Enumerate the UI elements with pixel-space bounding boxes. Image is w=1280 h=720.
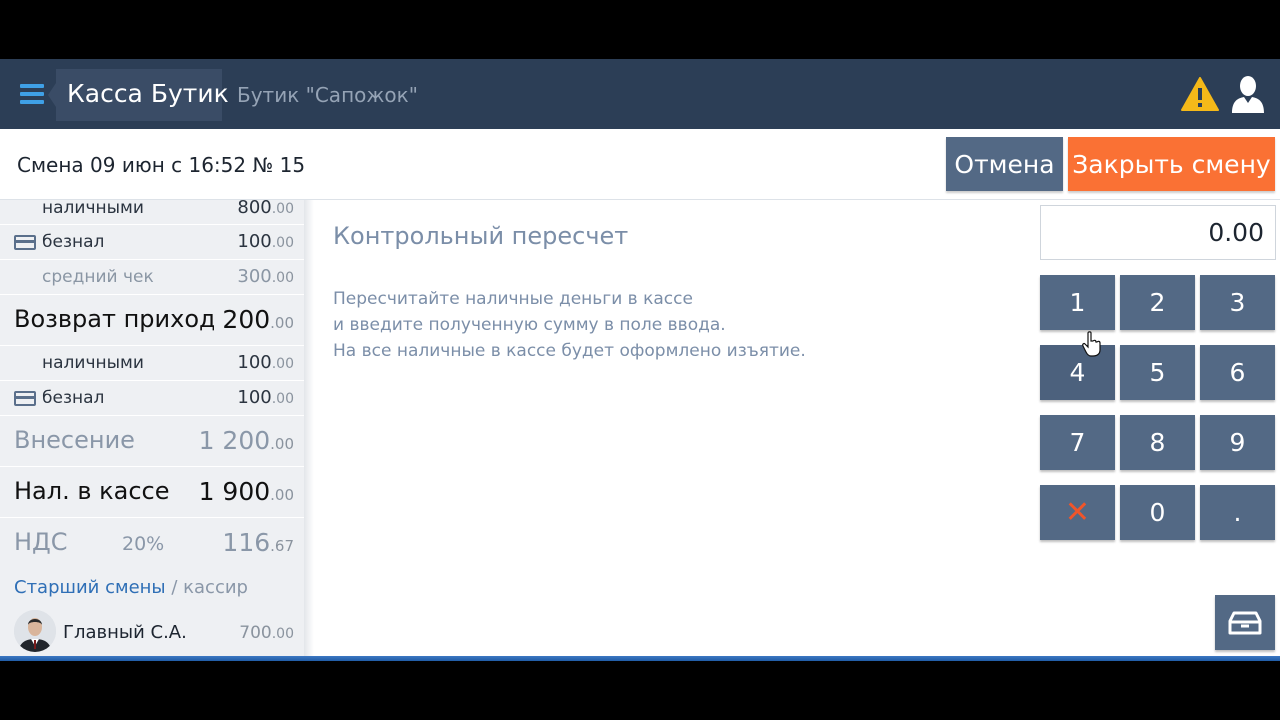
- key-5[interactable]: 5: [1120, 345, 1195, 400]
- warning-icon[interactable]: [1181, 77, 1219, 111]
- summary-row-label: безнал: [42, 388, 105, 408]
- role-selector: Старший смены / кассир: [14, 577, 248, 598]
- summary-row-label: безнал: [42, 232, 105, 252]
- key-clear[interactable]: ✕: [1040, 485, 1115, 540]
- app-brand[interactable]: Касса Бутик: [48, 69, 229, 121]
- panel-divider: [304, 200, 314, 661]
- vat-amount: 116.67: [222, 528, 294, 557]
- app-screen: Касса Бутик Бутик "Сапожок" Смена 09 июн…: [0, 59, 1280, 661]
- cash-drawer-button[interactable]: [1215, 595, 1275, 650]
- store-name: Бутик "Сапожок": [237, 83, 418, 107]
- key-6[interactable]: 6: [1200, 345, 1275, 400]
- key-decimal[interactable]: .: [1200, 485, 1275, 540]
- vat-label: НДС: [14, 528, 68, 556]
- avatar: [14, 610, 56, 652]
- shift-summary-panel[interactable]: наличными 800.00 безнал 100.00 средний ч…: [0, 200, 304, 661]
- user-icon[interactable]: [1230, 75, 1266, 113]
- summary-row-refund: Возврат прихода 200.00: [0, 295, 304, 346]
- role-cashier[interactable]: кассир: [183, 577, 248, 598]
- key-7[interactable]: 7: [1040, 415, 1115, 470]
- instruction-line: и введите полученную сумму в поле ввода.: [333, 315, 726, 335]
- summary-row-label: Возврат прихода: [14, 305, 214, 333]
- summary-row-refund-card: безнал 100.00: [0, 381, 304, 416]
- amount-input[interactable]: [1040, 205, 1276, 260]
- cashier-amount: 700.00: [239, 623, 294, 643]
- key-4[interactable]: 4: [1040, 345, 1115, 400]
- top-header: Касса Бутик Бутик "Сапожок": [0, 59, 1280, 129]
- role-link-senior[interactable]: Старший смены: [14, 577, 166, 598]
- summary-row-amount: 1 200.00: [198, 426, 294, 455]
- summary-row-vat: НДС 20% 116.67: [0, 518, 304, 568]
- key-2[interactable]: 2: [1120, 275, 1195, 330]
- summary-row-cash-in-register: Нал. в кассе 1 900.00: [0, 467, 304, 518]
- summary-row-amount: 100.00: [237, 231, 294, 252]
- instruction-line: Пересчитайте наличные деньги в кассе: [333, 289, 693, 309]
- summary-row-amount: 100.00: [237, 352, 294, 373]
- summary-row-average: средний чек 300.00: [0, 260, 304, 295]
- close-shift-button[interactable]: Закрыть смену: [1068, 137, 1275, 191]
- summary-row-amount: 300.00: [237, 266, 294, 287]
- summary-row-amount: 100.00: [237, 387, 294, 408]
- summary-row-label: Нал. в кассе: [14, 477, 170, 505]
- recount-instructions: Пересчитайте наличные деньги в кассе и в…: [333, 286, 806, 364]
- summary-row-label: Внесение: [14, 426, 135, 454]
- os-taskbar: [0, 656, 1280, 661]
- card-icon: [14, 391, 36, 406]
- shift-info: Смена 09 июн с 16:52 № 15: [17, 153, 306, 177]
- key-3[interactable]: 3: [1200, 275, 1275, 330]
- summary-row-deposit: Внесение 1 200.00: [0, 416, 304, 467]
- recount-title: Контрольный пересчет: [333, 222, 629, 250]
- summary-row-amount: 1 900.00: [198, 477, 294, 506]
- app-title: Касса Бутик: [67, 79, 229, 108]
- summary-row-label: средний чек: [42, 267, 154, 287]
- cashier-name[interactable]: Главный С.А.: [63, 622, 187, 643]
- key-9[interactable]: 9: [1200, 415, 1275, 470]
- summary-row-label: наличными: [42, 353, 144, 373]
- key-1[interactable]: 1: [1040, 275, 1115, 330]
- hand-cursor-icon: [1082, 331, 1101, 357]
- summary-row-refund-cash: наличными 100.00: [0, 346, 304, 381]
- hamburger-icon[interactable]: [20, 84, 44, 104]
- summary-row-cash: наличными 800.00: [0, 200, 304, 225]
- summary-row-amount: 200.00: [218, 305, 294, 334]
- instruction-line: На все наличные в кассе будет оформлено …: [333, 341, 806, 361]
- shift-bar: Смена 09 июн с 16:52 № 15 Отмена Закрыть…: [0, 129, 1280, 200]
- summary-row-amount: 800.00: [237, 200, 294, 218]
- summary-row-label: наличными: [42, 200, 144, 218]
- cancel-button[interactable]: Отмена: [946, 137, 1063, 191]
- summary-row-card: безнал 100.00: [0, 225, 304, 260]
- vat-rate: 20%: [122, 533, 165, 555]
- key-0[interactable]: 0: [1120, 485, 1195, 540]
- cash-drawer-icon: [1228, 611, 1262, 635]
- key-8[interactable]: 8: [1120, 415, 1195, 470]
- card-icon: [14, 235, 36, 250]
